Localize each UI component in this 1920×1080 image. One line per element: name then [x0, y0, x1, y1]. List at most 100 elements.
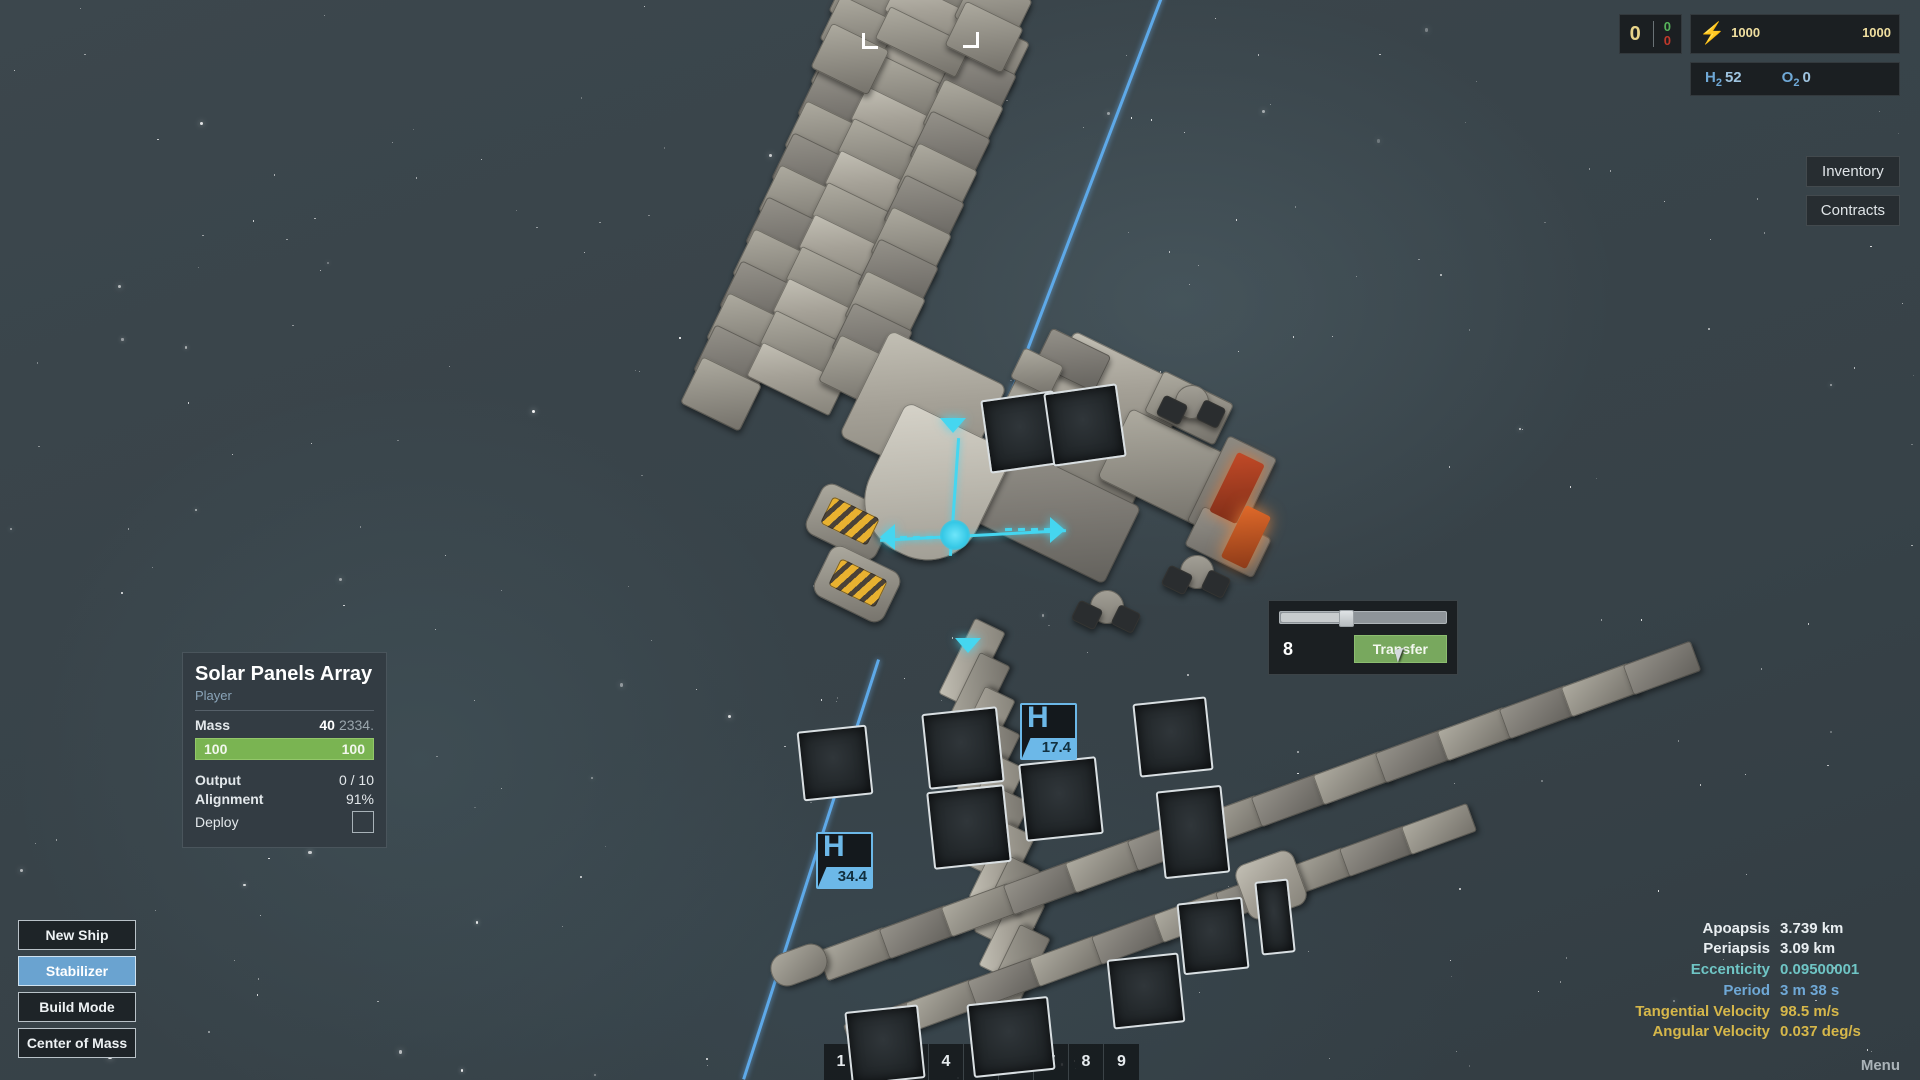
menu-button[interactable]: Menu [1861, 1057, 1900, 1074]
crew-dead-value: 0 [1663, 33, 1671, 48]
star [1913, 374, 1915, 377]
star [1709, 238, 1712, 240]
star [398, 1050, 402, 1054]
hydrogen-readout: H2 52 [1705, 69, 1742, 89]
star [79, 8, 81, 10]
solar-panel-cell[interactable] [796, 724, 874, 802]
transfer-dash [925, 535, 934, 540]
star [1853, 367, 1855, 369]
star [1879, 110, 1881, 113]
star [1902, 303, 1904, 305]
star [1459, 888, 1461, 890]
contracts-button[interactable]: Contracts [1805, 195, 1900, 226]
star [707, 1064, 709, 1067]
star [9, 527, 12, 531]
star [951, 637, 954, 639]
resource-transfer-dialog[interactable]: 8 Transfer [1268, 600, 1458, 675]
star [663, 147, 666, 149]
hydrogen-tank-marker[interactable]: H 34.4 [816, 832, 873, 889]
star [1329, 1057, 1331, 1060]
crew-breakdown: 0 0 [1654, 19, 1671, 48]
star [1610, 170, 1612, 172]
star [1677, 740, 1680, 742]
gas-readout[interactable]: H2 52 O2 0 [1690, 62, 1900, 96]
star [1756, 198, 1759, 200]
solar-panel-cell[interactable] [1018, 756, 1104, 842]
star [1596, 477, 1598, 479]
solar-panel-cell[interactable] [1132, 696, 1214, 778]
star [1086, 651, 1089, 653]
hotbar-slot-9[interactable]: 9 [1104, 1044, 1139, 1080]
deploy-label: Deploy [195, 814, 239, 830]
star [415, 177, 417, 179]
deploy-row: Deploy [195, 811, 374, 833]
star [339, 578, 343, 582]
new-ship-button[interactable]: New Ship [18, 920, 136, 950]
solar-panel-cell[interactable] [926, 784, 1012, 870]
stabilizer-button[interactable]: Stabilizer [18, 956, 136, 986]
solar-panel-cell[interactable] [1106, 952, 1186, 1030]
star [1468, 329, 1471, 331]
star [1214, 17, 1217, 20]
slider-handle[interactable] [1339, 610, 1355, 627]
power-gauge[interactable]: ⚡ 1000 1000 [1690, 14, 1900, 54]
center-of-mass-button[interactable]: Center of Mass [18, 1028, 136, 1058]
truss-segment[interactable] [1400, 802, 1478, 856]
star [360, 526, 362, 528]
star [1418, 258, 1420, 261]
output-row: Output 0 / 10 [195, 772, 374, 788]
transfer-dash [1004, 527, 1013, 532]
solar-panel-cell[interactable] [1043, 383, 1127, 467]
hotbar-slot-8[interactable]: 8 [1069, 1044, 1104, 1080]
star [1355, 276, 1358, 278]
star [1450, 975, 1452, 978]
star [202, 234, 204, 237]
star [392, 142, 394, 144]
transfer-dash [1017, 527, 1026, 532]
crew-counter[interactable]: 0 0 0 [1618, 14, 1682, 54]
transfer-amount-value: 8 [1283, 638, 1294, 659]
star [1197, 264, 1200, 267]
hotbar-slot-4[interactable]: 4 [929, 1044, 964, 1080]
star [412, 128, 415, 130]
star [643, 5, 646, 7]
transfer-arrow-right [1050, 517, 1065, 543]
mass-primary-value: 40 [319, 717, 335, 733]
star [1807, 623, 1809, 625]
solar-panel-cell[interactable] [1176, 896, 1250, 976]
orbital-stat-row: Angular Velocity 0.037 deg/s [1594, 1023, 1898, 1042]
selected-part-info-panel[interactable]: Solar Panels Array Player Mass 40 2334. 1… [182, 652, 387, 848]
transfer-amount-slider[interactable] [1279, 610, 1447, 627]
inventory-button[interactable]: Inventory [1805, 156, 1900, 187]
solar-panel-cell[interactable] [844, 1004, 926, 1080]
output-value: 0 / 10 [338, 772, 374, 788]
orbital-stat-row: Apoapsis 3.739 km [1594, 920, 1898, 939]
orbital-stat-value: 3.09 km [1780, 940, 1836, 958]
star [1866, 1049, 1869, 1051]
star [243, 884, 246, 887]
oxygen-subscript: 2 [1793, 77, 1800, 89]
star [1184, 132, 1186, 134]
star [449, 365, 451, 368]
build-mode-button[interactable]: Build Mode [18, 992, 136, 1022]
truss-segment[interactable] [1622, 640, 1702, 696]
selection-bracket [862, 33, 878, 49]
star [1126, 54, 1128, 56]
hydrogen-tank-marker[interactable]: H 17.4 [1020, 703, 1077, 760]
star [286, 238, 288, 241]
solar-panel-cell[interactable] [966, 995, 1056, 1079]
deploy-checkbox[interactable] [352, 811, 374, 833]
panel-divider [195, 710, 374, 711]
star [1830, 731, 1832, 733]
solar-panel-cell[interactable] [1155, 784, 1231, 880]
star [199, 121, 203, 125]
star [474, 807, 476, 809]
star [195, 509, 198, 512]
star [252, 220, 254, 222]
output-label: Output [195, 772, 241, 788]
star [1559, 981, 1562, 983]
star [1236, 219, 1238, 221]
solar-panel-cell[interactable] [921, 706, 1005, 790]
star [837, 697, 839, 699]
health-max-value: 100 [341, 741, 365, 757]
